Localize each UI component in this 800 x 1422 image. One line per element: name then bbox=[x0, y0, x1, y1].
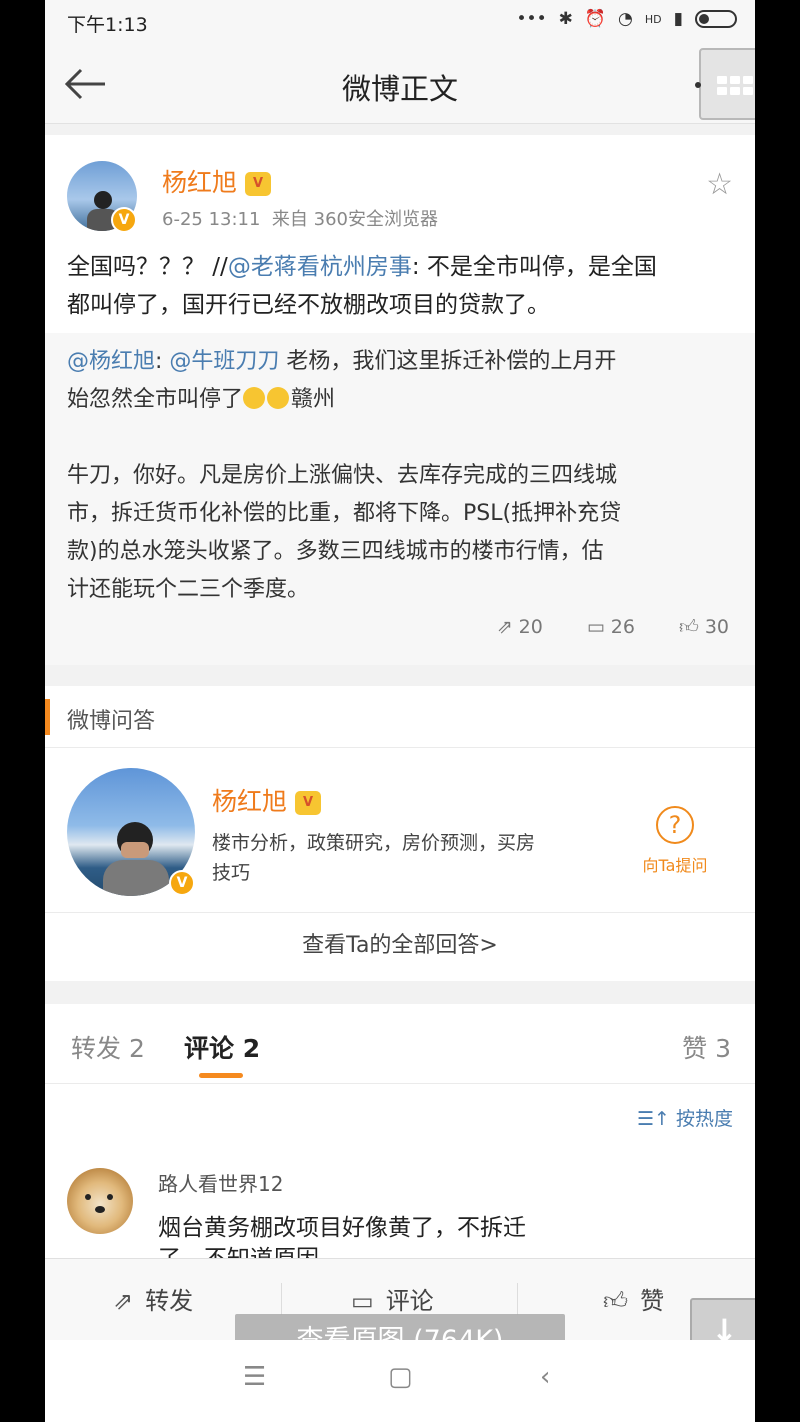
post-text-prefix: 全国吗？？？ // bbox=[67, 254, 228, 280]
status-time: 下午1:13 bbox=[67, 14, 148, 36]
retweet-line2: 始忽然全市叫停了 bbox=[67, 387, 244, 412]
back-icon[interactable]: ‹ bbox=[540, 1362, 550, 1392]
retweet-block[interactable]: @杨红旭: @牛班刀刀 老杨，我们这里拆迁补偿的上月开 始忽然全市叫停了 赣州 牛… bbox=[45, 333, 755, 665]
weibo-qa-section: 微博问答 V 杨红旭 V 楼市分析，政策研究，房价预测，买房技巧 ? 向Ta提问 … bbox=[45, 686, 755, 981]
status-bar: 下午1:13 ••• ✱ ⏰ ◔ HD ▮ bbox=[45, 0, 755, 44]
comment-count-text: 26 bbox=[610, 616, 635, 638]
interaction-tabs: 转发 2 评论 2 赞 3 bbox=[45, 1004, 755, 1084]
comment-button[interactable]: ▭ 评论 bbox=[351, 1281, 434, 1316]
system-nav-bar: ☰ ▢ ‹ bbox=[45, 1340, 755, 1422]
like-count-text: 30 bbox=[704, 616, 729, 638]
retweet-para-line: 款)的总水笼头收紧了。多数三四线城市的楼市行情，估 bbox=[67, 539, 604, 564]
more-dots-icon: ••• bbox=[516, 9, 547, 29]
retweet-para-line: 市，拆迁货币化补偿的比重，都将下降。PSL(抵押补充贷 bbox=[67, 501, 622, 526]
retweet-comment-count[interactable]: ▭ 26 bbox=[587, 616, 635, 639]
more-dot-icon bbox=[695, 82, 701, 88]
more-menu-button[interactable] bbox=[695, 48, 755, 120]
alarm-icon: ⏰ bbox=[584, 9, 607, 29]
bluetooth-icon: ✱ bbox=[558, 9, 573, 29]
tab-likes[interactable]: 赞 3 bbox=[682, 1029, 731, 1065]
phone-screen: 下午1:13 ••• ✱ ⏰ ◔ HD ▮ 微博正文 V 杨红旭 V 6-25 … bbox=[45, 0, 755, 1422]
sort-icon: ☰↑ bbox=[636, 1108, 676, 1130]
qa-name-text: 杨红旭 bbox=[212, 787, 288, 816]
post-source: 来自 360安全浏览器 bbox=[271, 209, 438, 230]
vip-crown-icon: V bbox=[295, 791, 322, 815]
comment-label: 评论 bbox=[385, 1287, 434, 1315]
retweet-text: @杨红旭: @牛班刀刀 老杨，我们这里拆迁补偿的上月开 始忽然全市叫停了 赣州 牛… bbox=[67, 349, 622, 602]
retweet-stats: ⇗ 20 ▭ 26 👍︎ 30 bbox=[497, 616, 729, 639]
repost-label: 转发 bbox=[145, 1287, 194, 1315]
post-text-line1: : 不是全市叫停，是全国 bbox=[411, 254, 657, 280]
sort-by-hot-button[interactable]: ☰↑ 按热度 bbox=[637, 1104, 733, 1131]
comment-avatar[interactable] bbox=[67, 1168, 133, 1234]
page-title: 微博正文 bbox=[341, 72, 458, 106]
hd-signal-icon: HD bbox=[644, 12, 662, 26]
comment-icon: ▭ bbox=[351, 1287, 374, 1315]
share-icon: ⇗ bbox=[496, 616, 513, 638]
menu-icon[interactable]: ☰ bbox=[243, 1362, 266, 1392]
view-all-answers-link[interactable]: 查看Ta的全部回答> bbox=[45, 912, 755, 981]
post-text: 全国吗？？？ //@老蒋看杭州房事: 不是全市叫停，是全国 都叫停了，国开行已经… bbox=[67, 248, 737, 324]
retweet-line2-tail: 赣州 bbox=[291, 387, 336, 412]
battery-icon bbox=[695, 10, 737, 28]
ask-question-button[interactable]: ? 向Ta提问 bbox=[630, 806, 720, 876]
ask-label: 向Ta提问 bbox=[642, 856, 708, 875]
vip-crown-icon: V bbox=[245, 172, 272, 196]
divider bbox=[517, 1283, 518, 1315]
think-emoji-icon bbox=[243, 387, 266, 409]
author-name-text: 杨红旭 bbox=[162, 168, 238, 197]
status-icons: ••• ✱ ⏰ ◔ HD ▮ bbox=[517, 9, 737, 29]
post-meta: 6-25 13:11 来自 360安全浏览器 bbox=[162, 205, 438, 231]
wifi-icon: ◔ bbox=[618, 9, 633, 29]
repost-count-text: 20 bbox=[518, 616, 543, 638]
share-icon: ⇗ bbox=[113, 1287, 134, 1315]
active-tab-indicator bbox=[199, 1073, 243, 1078]
post-card: V 杨红旭 V 6-25 13:11 来自 360安全浏览器 ☆ 全国吗？？？ /… bbox=[45, 135, 755, 665]
comment-icon: ▭ bbox=[586, 616, 605, 638]
thumbs-up-icon: 👍︎ bbox=[603, 1287, 629, 1315]
repost-button[interactable]: ⇗ 转发 bbox=[113, 1281, 193, 1316]
qa-verified-badge-icon: V bbox=[169, 870, 195, 896]
tab-reposts[interactable]: 转发 2 bbox=[71, 1029, 145, 1065]
retweet-mention-1[interactable]: @杨红旭 bbox=[67, 349, 155, 374]
retweet-para-line: 牛刀，你好。凡是房价上涨偏快、去库存完成的三四线城 bbox=[67, 463, 618, 488]
like-label: 赞 bbox=[640, 1287, 665, 1315]
qa-description: 楼市分析，政策研究，房价预测，买房技巧 bbox=[212, 832, 536, 884]
retweet-line1: 老杨，我们这里拆迁补偿的上月开 bbox=[279, 349, 617, 374]
grid-icon bbox=[717, 76, 753, 96]
retweet-repost-count[interactable]: ⇗ 20 bbox=[497, 616, 543, 639]
qa-header: 微博问答 bbox=[45, 686, 755, 748]
think-emoji-icon bbox=[267, 387, 290, 409]
comment-username[interactable]: 路人看世界12 bbox=[158, 1168, 283, 1197]
qa-name[interactable]: 杨红旭 V bbox=[212, 782, 322, 818]
divider bbox=[281, 1283, 282, 1315]
signal-icon: ▮ bbox=[673, 9, 683, 29]
like-button[interactable]: 👍︎ 赞 bbox=[603, 1281, 664, 1316]
qa-accent-bar bbox=[45, 699, 50, 735]
comments-list: ☰↑ 按热度 路人看世界12 烟台黄务棚改项目好像黄了，不拆迁 了，不知道原因 bbox=[45, 1084, 755, 1284]
nav-bar: 微博正文 bbox=[45, 44, 755, 124]
retweet-para-line: 计还能玩个二三个季度。 bbox=[67, 577, 310, 602]
home-icon[interactable]: ▢ bbox=[388, 1362, 413, 1392]
mention-link[interactable]: @老蒋看杭州房事 bbox=[228, 254, 412, 280]
post-date: 6-25 13:11 bbox=[162, 209, 261, 230]
post-text-line2: 都叫停了，国开行已经不放棚改项目的贷款了。 bbox=[67, 292, 550, 318]
qa-header-title: 微博问答 bbox=[67, 709, 156, 734]
tab-comments[interactable]: 评论 2 bbox=[184, 1029, 260, 1065]
comment-text-cutoff: 了，不知道原因 bbox=[158, 1246, 319, 1258]
retweet-mention-2[interactable]: @牛班刀刀 bbox=[169, 349, 279, 374]
thumbs-up-icon: 👍︎ bbox=[678, 616, 699, 638]
favorite-star-icon[interactable]: ☆ bbox=[706, 167, 733, 202]
sort-label: 按热度 bbox=[675, 1108, 733, 1130]
verified-badge-icon: V bbox=[111, 207, 137, 233]
author-name[interactable]: 杨红旭 V bbox=[162, 163, 272, 199]
retweet-like-count[interactable]: 👍︎ 30 bbox=[679, 616, 729, 639]
question-icon: ? bbox=[656, 806, 694, 844]
comment-text: 烟台黄务棚改项目好像黄了，不拆迁 bbox=[158, 1215, 526, 1241]
